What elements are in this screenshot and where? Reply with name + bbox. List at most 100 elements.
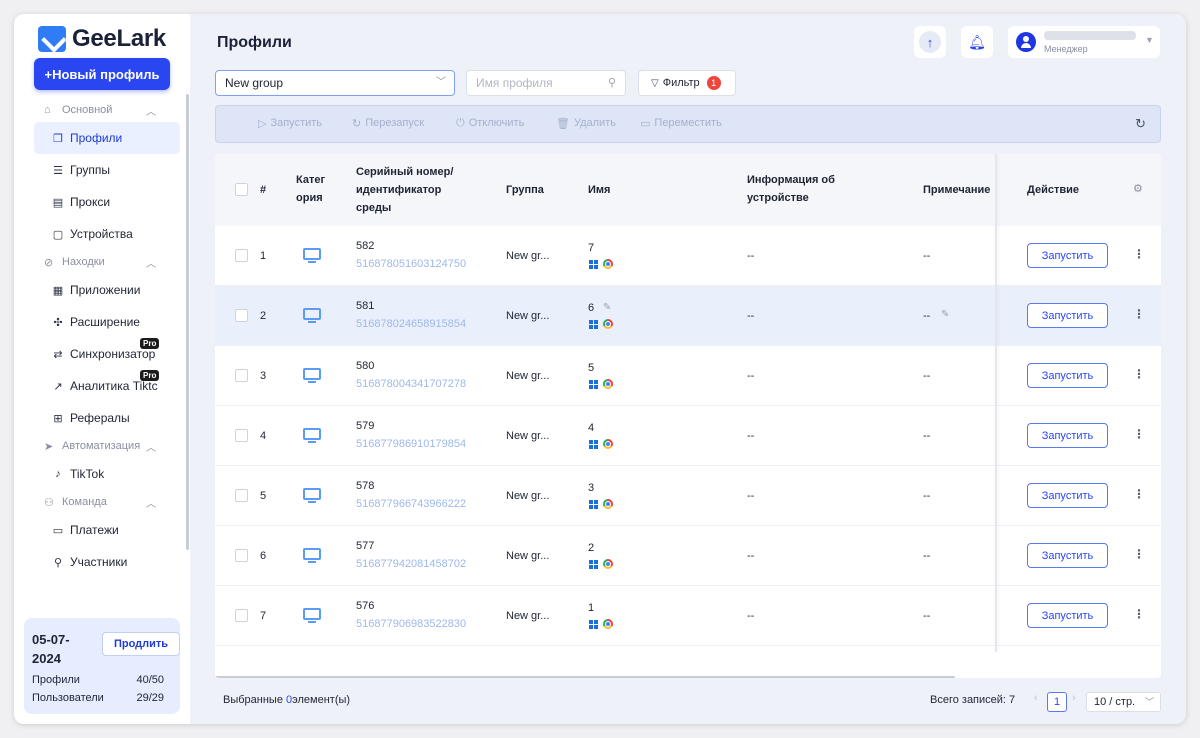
row-checkbox[interactable] bbox=[235, 309, 248, 322]
more-icon[interactable]: ⋮ bbox=[1133, 307, 1145, 321]
bulk-move-button[interactable]: ▭ Переместить bbox=[640, 117, 722, 130]
sidebar-item-referrals[interactable]: ⊞ Рефералы bbox=[34, 402, 180, 434]
more-icon[interactable]: ⋮ bbox=[1133, 367, 1145, 381]
sidebar-item-groups[interactable]: ☰ Группы bbox=[34, 154, 180, 186]
edit-note-icon[interactable]: ✎ bbox=[941, 309, 949, 320]
column-settings-icon[interactable]: ⚙ bbox=[1133, 180, 1143, 198]
windows-icon bbox=[589, 259, 598, 269]
bulk-delete-button[interactable]: 🗑︎ Удалить bbox=[556, 117, 616, 130]
more-icon[interactable]: ⋮ bbox=[1133, 487, 1145, 501]
search-icon: ⚲ bbox=[607, 77, 616, 89]
bell-icon: 🔔︎ bbox=[968, 33, 986, 50]
edit-name-icon[interactable]: ✎ bbox=[603, 302, 611, 313]
row-num: 2 bbox=[260, 310, 267, 322]
page-number[interactable]: 1 bbox=[1047, 692, 1067, 712]
chevron-down-icon: ﹀ bbox=[1144, 697, 1154, 707]
launch-button[interactable]: Запустить bbox=[1027, 483, 1108, 508]
row-name: 5 bbox=[588, 362, 595, 374]
os-icons bbox=[589, 379, 613, 389]
automation-icon: ➤ bbox=[44, 440, 54, 453]
more-icon[interactable]: ⋮ bbox=[1133, 427, 1145, 441]
sidebar-item-tiktok-analytics[interactable]: ↗ Аналитика Tiktc Pro bbox=[34, 370, 180, 402]
new-profile-button[interactable]: +Новый профиль bbox=[34, 58, 170, 90]
sidebar-item-proxy[interactable]: ▤ Прокси bbox=[34, 186, 180, 218]
row-checkbox[interactable] bbox=[235, 369, 248, 382]
launch-button[interactable]: Запустить bbox=[1027, 363, 1108, 388]
row-checkbox[interactable] bbox=[235, 249, 248, 262]
more-icon[interactable]: ⋮ bbox=[1133, 547, 1145, 561]
table-horizontal-scrollbar[interactable] bbox=[215, 676, 955, 678]
launch-button[interactable]: Запустить bbox=[1027, 303, 1108, 328]
row-env-id[interactable]: 516878024658915854 bbox=[356, 318, 466, 330]
filter-button[interactable]: ▽ Фильтр 1 bbox=[638, 70, 736, 96]
sidebar-item-profiles[interactable]: ❐ Профили bbox=[34, 122, 180, 154]
row-env-id[interactable]: 516878051603124750 bbox=[356, 258, 466, 270]
row-env-id[interactable]: 516878004341707278 bbox=[356, 378, 466, 390]
refresh-icon[interactable]: ↻ bbox=[1135, 116, 1146, 132]
notifications-button[interactable]: 🔔︎ bbox=[961, 26, 993, 58]
nav-section-label: Основной bbox=[62, 104, 113, 116]
more-icon[interactable]: ⋮ bbox=[1133, 607, 1145, 621]
launch-button[interactable]: Запустить bbox=[1027, 603, 1108, 628]
bulk-stop-button[interactable]: ⏻︎ Отключить bbox=[456, 117, 524, 130]
sidebar-item-payments[interactable]: ▭ Платежи bbox=[34, 514, 180, 546]
table-row: 5 578 516877966743966222 New gr... 3 -- … bbox=[215, 466, 1161, 526]
row-checkbox[interactable] bbox=[235, 609, 248, 622]
next-page-icon[interactable]: › bbox=[1072, 692, 1076, 704]
sidebar-item-members[interactable]: ⚲ Участники bbox=[34, 546, 180, 578]
sidebar-item-apps[interactable]: ▦ Приложении bbox=[34, 274, 180, 306]
row-checkbox[interactable] bbox=[235, 429, 248, 442]
nav-section-main[interactable]: ⌂ Основной ︿ bbox=[14, 98, 190, 122]
sidebar-item-tiktok[interactable]: ♪ TikTok bbox=[34, 458, 180, 490]
prev-page-icon[interactable]: ‹ bbox=[1034, 692, 1038, 704]
windows-icon bbox=[589, 379, 598, 389]
os-icons bbox=[589, 619, 613, 629]
chrome-icon bbox=[603, 379, 613, 389]
bulk-restart-button[interactable]: ↻ Перезапуск bbox=[352, 117, 424, 130]
upload-button[interactable]: ↑ bbox=[914, 26, 946, 58]
row-checkbox[interactable] bbox=[235, 549, 248, 562]
sidebar-item-label: Платежи bbox=[70, 523, 119, 537]
group-select[interactable]: New group ﹀ bbox=[215, 70, 455, 96]
sidebar-nav: ⌂ Основной ︿ ❐ Профили ☰ Группы ▤ Прокси… bbox=[14, 98, 190, 578]
sidebar-item-synchronizer[interactable]: ⇄ Синхронизатор Pro bbox=[34, 338, 180, 370]
sidebar-item-extensions[interactable]: ✣ Расширение bbox=[34, 306, 180, 338]
page-size-select[interactable]: 10 / стр. ﹀ bbox=[1086, 692, 1161, 712]
col-header-note: Примечание bbox=[923, 184, 991, 196]
nav-section-automation[interactable]: ➤ Автоматизация ︿ bbox=[14, 434, 190, 458]
members-icon: ⚲ bbox=[53, 556, 63, 569]
launch-button[interactable]: Запустить bbox=[1027, 543, 1108, 568]
compass-icon: ⊘ bbox=[44, 256, 54, 269]
bulk-start-button[interactable]: ▷ Запустить bbox=[258, 117, 322, 130]
launch-button[interactable]: Запустить bbox=[1027, 243, 1108, 268]
row-env-id[interactable]: 516877986910179854 bbox=[356, 438, 466, 450]
nav-section-finds[interactable]: ⊘ Находки ︿ bbox=[14, 250, 190, 274]
row-group: New gr... bbox=[506, 490, 550, 502]
select-all-checkbox[interactable] bbox=[235, 183, 248, 196]
profile-search-input[interactable]: Имя профиля ⚲ bbox=[466, 70, 626, 96]
row-env-id[interactable]: 516877906983522830 bbox=[356, 618, 466, 630]
user-menu[interactable]: Менеджер ▼ bbox=[1008, 26, 1160, 58]
logo[interactable]: GeeLark bbox=[38, 24, 166, 54]
row-name: 6 bbox=[588, 302, 595, 314]
row-env-id[interactable]: 516877966743966222 bbox=[356, 498, 466, 510]
row-note: -- bbox=[923, 250, 931, 262]
sidebar-item-label: Приложении bbox=[70, 283, 141, 297]
sidebar-scrollbar[interactable] bbox=[186, 94, 189, 550]
launch-button[interactable]: Запустить bbox=[1027, 423, 1108, 448]
renew-button[interactable]: Продлить bbox=[102, 632, 180, 656]
filter-label: Фильтр bbox=[662, 77, 700, 89]
windows-icon bbox=[589, 439, 598, 449]
row-checkbox[interactable] bbox=[235, 489, 248, 502]
search-placeholder: Имя профиля bbox=[476, 76, 553, 90]
team-icon: ⚇ bbox=[44, 496, 54, 509]
quota-label: Профили bbox=[32, 674, 80, 686]
more-icon[interactable]: ⋮ bbox=[1133, 247, 1145, 261]
action-label: Переместить bbox=[654, 117, 722, 129]
row-env-id[interactable]: 516877942081458702 bbox=[356, 558, 466, 570]
sidebar-item-devices[interactable]: ▢ Устройства bbox=[34, 218, 180, 250]
row-group: New gr... bbox=[506, 430, 550, 442]
page-title: Профили bbox=[217, 34, 292, 51]
row-num: 6 bbox=[260, 550, 267, 562]
nav-section-team[interactable]: ⚇ Команда ︿ bbox=[14, 490, 190, 514]
